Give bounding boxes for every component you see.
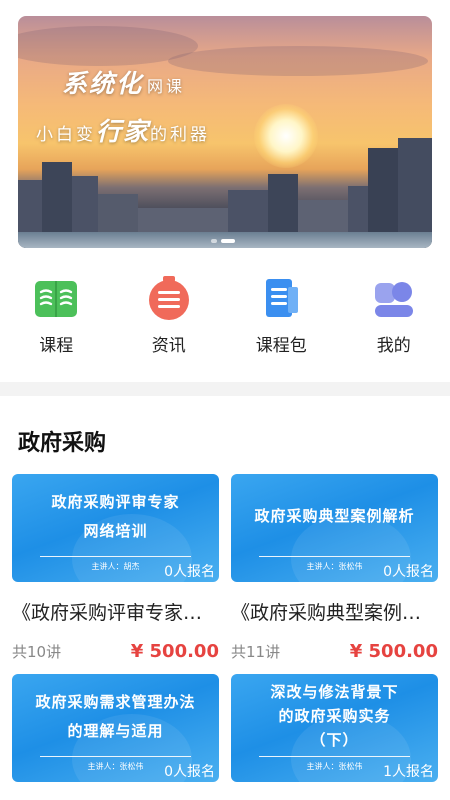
building — [72, 176, 98, 234]
thumbnail-divider — [40, 556, 191, 557]
nav-label: 我的 — [376, 336, 411, 356]
user-icon — [371, 275, 417, 321]
course-card[interactable]: 深改与修法背景下 的政府采购实务 （下） 主讲人：张松伟 1人报名 — [231, 674, 438, 782]
carousel-dot — [211, 239, 217, 243]
course-card[interactable]: 政府采购评审专家 网络培训 主讲人：胡杰 0人报名 《政府采购评审专家网络培训》… — [12, 474, 219, 662]
thumbnail-title: 政府采购需求管理办法 的理解与适用 — [35, 693, 196, 740]
course-meta: 共10讲 ¥ 500.00 — [12, 641, 219, 662]
thumbnail-title: 深改与修法背景下 的政府采购实务 （下） — [270, 683, 399, 749]
sun-image — [254, 104, 318, 168]
section-divider — [0, 382, 450, 396]
building — [348, 186, 368, 234]
enrolled-count: 0人报名 — [383, 564, 434, 580]
enrolled-count: 0人报名 — [164, 564, 215, 580]
lesson-count: 共10讲 — [12, 643, 62, 661]
carousel-indicator — [211, 239, 235, 243]
thumbnail-divider — [40, 756, 191, 757]
book-icon — [33, 275, 79, 321]
building — [368, 148, 398, 234]
course-price: ¥ 500.00 — [349, 641, 438, 662]
course-meta: 共11讲 ¥ 500.00 — [231, 641, 438, 662]
thumbnail-title: 政府采购评审专家 网络培训 — [51, 493, 180, 540]
course-card[interactable]: 政府采购需求管理办法 的理解与适用 主讲人：张松伟 0人报名 — [12, 674, 219, 782]
banner-subline: 小白变行家的利器 — [36, 117, 211, 146]
nav-label: 课程 — [39, 336, 74, 356]
nav-item-mine[interactable]: 我的 — [338, 275, 450, 365]
building — [42, 162, 72, 234]
thumbnail-divider — [259, 556, 410, 557]
building — [398, 138, 432, 234]
nav-label: 资讯 — [151, 336, 186, 356]
course-thumbnail: 政府采购典型案例解析 主讲人：张松伟 0人报名 — [231, 474, 438, 582]
nav-item-news[interactable]: 资讯 — [113, 275, 226, 365]
nav-label: 课程包 — [255, 336, 307, 356]
lesson-count: 共11讲 — [231, 643, 281, 661]
enrolled-count: 0人报名 — [164, 764, 215, 780]
thumbnail-title: 政府采购典型案例解析 — [254, 507, 415, 525]
course-title: 《政府采购评审专家网络培训》 — [12, 602, 219, 624]
building — [138, 208, 228, 234]
document-icon — [258, 275, 304, 321]
course-title: 《政府采购典型案例解析》 — [231, 602, 438, 624]
cloud-decoration — [168, 46, 428, 76]
banner-headline: 系统化 网课 — [62, 69, 186, 98]
course-price: ¥ 500.00 — [130, 641, 219, 662]
nav-item-course-package[interactable]: 课程包 — [225, 275, 338, 365]
thumbnail-divider — [259, 756, 410, 757]
promo-banner[interactable]: 系统化 网课 小白变行家的利器 — [18, 16, 432, 248]
building — [228, 190, 268, 234]
course-thumbnail: 政府采购评审专家 网络培训 主讲人：胡杰 0人报名 — [12, 474, 219, 582]
quick-nav: 课程 资讯 课程包 我的 — [0, 275, 450, 365]
nav-item-courses[interactable]: 课程 — [0, 275, 113, 365]
course-card[interactable]: 政府采购典型案例解析 主讲人：张松伟 0人报名 《政府采购典型案例解析》 共11… — [231, 474, 438, 662]
news-icon — [146, 275, 192, 321]
course-thumbnail: 深改与修法背景下 的政府采购实务 （下） 主讲人：张松伟 1人报名 — [231, 674, 438, 782]
section-title: 政府采购 — [18, 431, 107, 456]
building — [298, 200, 348, 234]
carousel-dot-active — [221, 239, 235, 243]
building — [268, 174, 298, 234]
course-thumbnail: 政府采购需求管理办法 的理解与适用 主讲人：张松伟 0人报名 — [12, 674, 219, 782]
building — [98, 194, 138, 234]
enrolled-count: 1人报名 — [383, 764, 434, 780]
building — [18, 180, 42, 234]
